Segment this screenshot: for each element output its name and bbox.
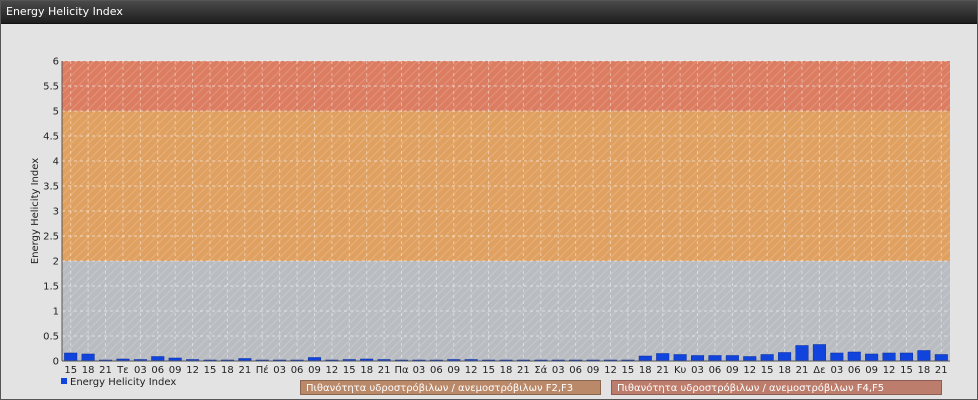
bar[interactable] <box>917 350 931 362</box>
bar[interactable] <box>778 352 792 362</box>
bar[interactable] <box>795 345 809 362</box>
legend-band-f2-f3[interactable]: Πιθανότητα υδροστρόβιλων / ανεμοστρόβιλω… <box>300 380 601 395</box>
x-tick-label: 18 <box>221 365 234 376</box>
x-tick-label: 09 <box>726 365 739 376</box>
x-tick-label: 18 <box>82 365 95 376</box>
x-tick-label: 03 <box>273 365 286 376</box>
y-tick-label: 5 <box>53 107 59 118</box>
bar[interactable] <box>638 355 652 362</box>
bar[interactable] <box>725 355 739 362</box>
x-tick-label: 09 <box>447 365 460 376</box>
x-tick-label: 18 <box>778 365 791 376</box>
bar[interactable] <box>656 353 670 362</box>
y-tick-label: 3 <box>53 207 59 218</box>
y-tick-label: 0 <box>53 357 59 368</box>
legend-series-label: Energy Helicity Index <box>70 377 177 388</box>
bar[interactable] <box>934 354 948 362</box>
y-tick-label: 1 <box>53 307 59 318</box>
y-tick-label: 4.5 <box>43 132 59 143</box>
bar[interactable] <box>812 344 826 362</box>
bar[interactable] <box>673 354 687 362</box>
x-tick-label: Τε <box>116 365 129 376</box>
y-tick-label: 2 <box>53 257 59 268</box>
x-tick-label: 21 <box>935 365 948 376</box>
x-tick-label: 03 <box>413 365 426 376</box>
x-tick-label: 12 <box>465 365 478 376</box>
x-tick-label: 12 <box>186 365 199 376</box>
x-tick-label: 18 <box>639 365 652 376</box>
x-tick-label: 15 <box>622 365 635 376</box>
x-tick-label: 06 <box>569 365 582 376</box>
bar[interactable] <box>882 352 896 362</box>
bar[interactable] <box>691 355 705 362</box>
x-tick-label: 18 <box>918 365 931 376</box>
legend-series[interactable]: Energy Helicity Index <box>61 377 176 388</box>
x-tick-label: Σά <box>534 364 547 376</box>
x-tick-label: 15 <box>761 365 774 376</box>
bar[interactable] <box>760 354 774 362</box>
x-tick-label: 18 <box>360 365 373 376</box>
y-tick-label: 1.5 <box>43 282 59 293</box>
x-tick-label: Δε <box>813 365 825 376</box>
bar[interactable] <box>708 355 722 362</box>
y-axis-label: Energy Helicity Index <box>30 158 41 264</box>
bar[interactable] <box>151 356 165 362</box>
x-tick-label: 06 <box>430 365 443 376</box>
x-tick-label: 03 <box>134 365 147 376</box>
x-tick-label: Κυ <box>674 365 687 376</box>
x-tick-label: 21 <box>378 365 391 376</box>
y-tick-label: 4 <box>53 157 59 168</box>
bar[interactable] <box>847 351 861 362</box>
x-tick-label: 06 <box>709 365 722 376</box>
bar[interactable] <box>307 357 321 362</box>
x-tick-label: Πα <box>394 365 409 376</box>
x-tick-label: Πέ <box>256 364 269 376</box>
y-tick-label: 0.5 <box>43 332 59 343</box>
bar[interactable] <box>865 353 879 362</box>
x-tick-label: 15 <box>900 365 913 376</box>
x-tick-label: 09 <box>587 365 600 376</box>
chart-panel: Energy Helicity Index 0 0.5 1 1.5 2 2.5 3 3.5 4 4… <box>0 0 978 400</box>
x-tick-label: 21 <box>99 365 112 376</box>
x-tick-label: 21 <box>517 365 530 376</box>
x-tick-label: 09 <box>865 365 878 376</box>
x-tick-label: 15 <box>343 365 356 376</box>
x-tick-label: 21 <box>796 365 809 376</box>
bar[interactable] <box>830 352 844 362</box>
x-tick-label: 12 <box>883 365 896 376</box>
y-tick-label: 5.5 <box>43 82 59 93</box>
x-tick-label: 15 <box>204 365 217 376</box>
x-tick-label: 09 <box>169 365 182 376</box>
x-tick-label: 03 <box>552 365 565 376</box>
x-tick-label: 06 <box>291 365 304 376</box>
x-tick-label: 06 <box>848 365 861 376</box>
y-tick-label: 2.5 <box>43 232 59 243</box>
bar[interactable] <box>743 356 757 362</box>
x-tick-label: 15 <box>482 365 495 376</box>
x-tick-label: 06 <box>151 365 164 376</box>
x-tick-label: 15 <box>64 365 77 376</box>
x-tick-label: 09 <box>308 365 321 376</box>
y-tick-label: 3.5 <box>43 182 59 193</box>
chart-svg: 0 0.5 1 1.5 2 2.5 3 3.5 4 4.5 5 5.5 6 15 18 21 Τε 03 06 09 1… <box>30 57 950 376</box>
x-tick-label: 12 <box>326 365 339 376</box>
x-tick-label: 18 <box>500 365 513 376</box>
y-tick-label: 6 <box>53 57 59 68</box>
legend-band-f4-f5[interactable]: Πιθανότητα υδροστρόβιλων / ανεμοστρόβιλω… <box>611 380 942 395</box>
x-tick-label: 12 <box>743 365 756 376</box>
x-tick-label: 21 <box>238 365 251 376</box>
x-tick-label: 12 <box>604 365 617 376</box>
legend-swatch <box>61 378 67 384</box>
x-tick-label: 21 <box>656 365 669 376</box>
bar[interactable] <box>81 353 95 362</box>
bar[interactable] <box>64 352 78 362</box>
bar[interactable] <box>899 352 913 362</box>
x-tick-label: 03 <box>691 365 704 376</box>
x-tick-label: 03 <box>830 365 843 376</box>
